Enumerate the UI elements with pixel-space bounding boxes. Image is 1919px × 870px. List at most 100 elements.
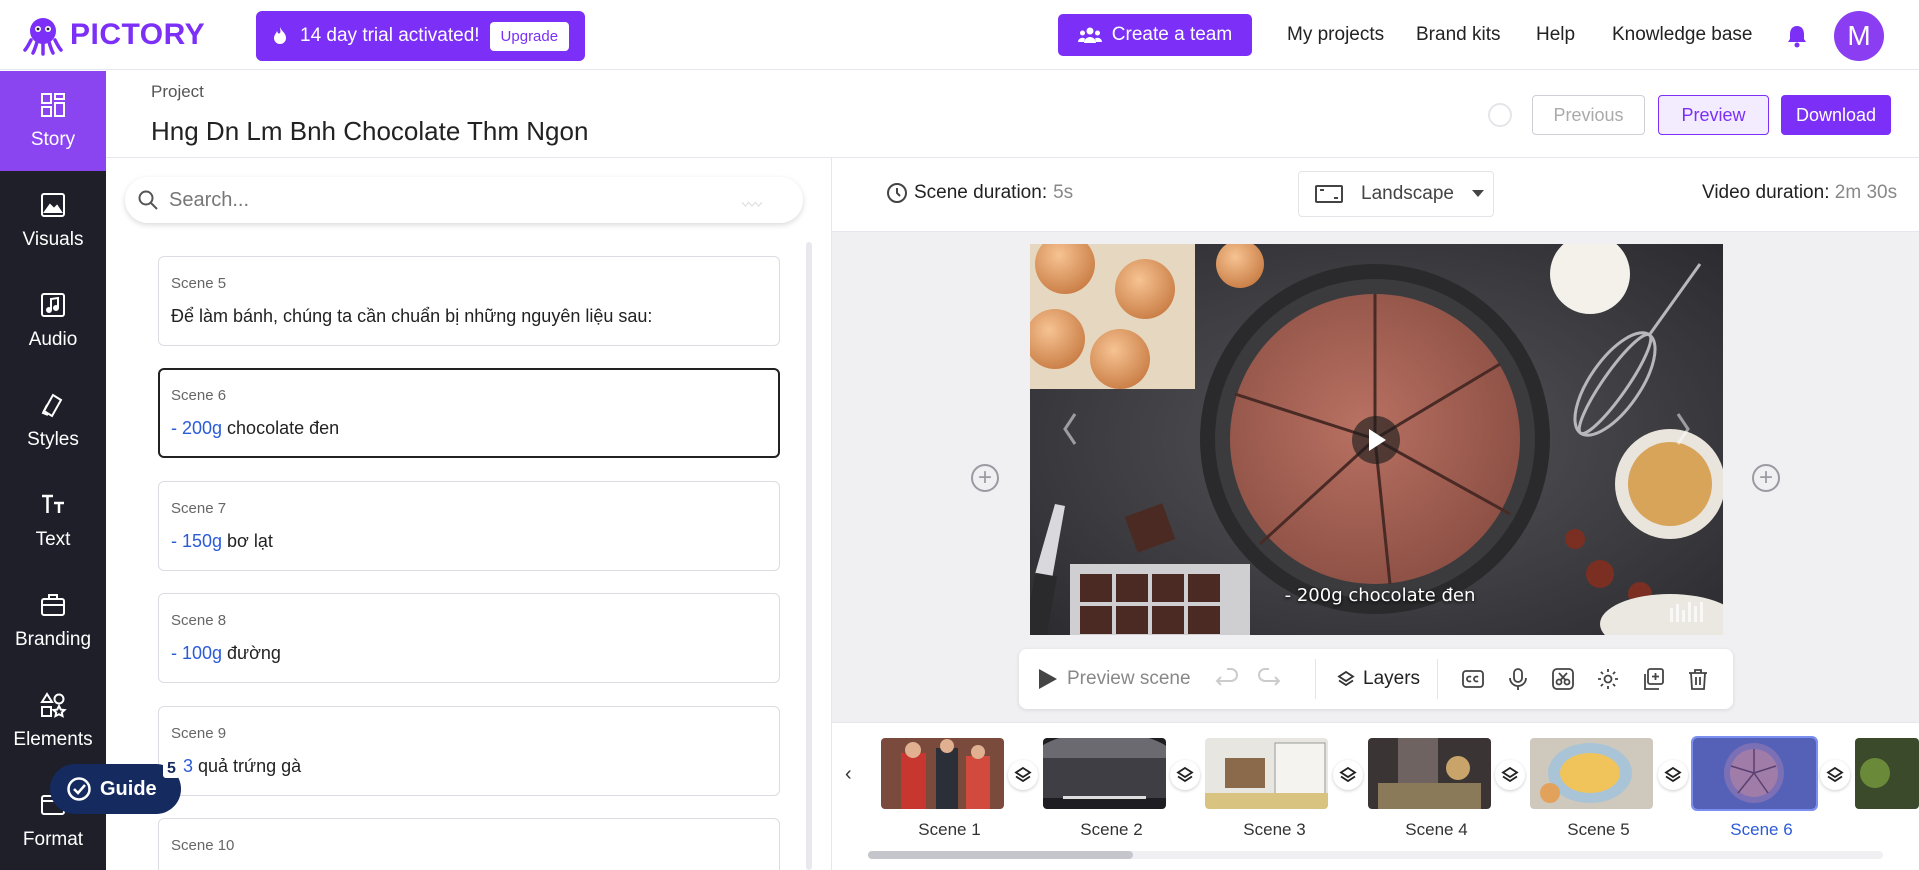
add-scene-after-icon[interactable]: + [1752, 464, 1780, 492]
story-icon [41, 93, 65, 117]
add-scene-before-icon[interactable]: + [971, 464, 999, 492]
scene-5-layers-button[interactable] [1658, 760, 1688, 790]
sidebar: Story Visuals Audio Styles Text Branding… [0, 71, 106, 870]
elements-icon [40, 692, 67, 718]
scene-text[interactable]: Để làm bánh, chúng ta cần chuẩn bị những… [171, 306, 767, 327]
scene-1-layers-button[interactable] [1008, 760, 1038, 790]
collapse-wave-icon[interactable] [741, 193, 763, 215]
brand-name: PICTORY [70, 18, 206, 51]
create-team-button[interactable]: Create a team [1058, 14, 1252, 56]
octopus-logo-icon [23, 18, 63, 56]
scene-label: Scene 10 [171, 837, 235, 854]
user-avatar[interactable]: M [1834, 11, 1884, 61]
preview-button[interactable]: Preview [1658, 95, 1769, 135]
trash-icon[interactable] [1686, 667, 1710, 691]
layers-icon [1501, 766, 1519, 783]
layers-icon [1014, 766, 1032, 783]
upgrade-button[interactable]: Upgrade [489, 21, 570, 51]
duplicate-scene-icon[interactable] [1641, 667, 1665, 691]
scene-text-body: bơ lạt [222, 531, 273, 551]
timeline-thumb-scene-2[interactable] [1043, 738, 1166, 809]
sidebar-item-audio[interactable]: Audio [0, 271, 106, 371]
scene-card-8[interactable]: Scene 8 - 100g đường [158, 593, 780, 683]
sidebar-item-visuals[interactable]: Visuals [0, 171, 106, 271]
scene-card-6[interactable]: Scene 6 - 200g chocolate đen [158, 368, 780, 458]
scissors-icon[interactable] [1551, 667, 1575, 691]
nav-knowledge-base[interactable]: Knowledge base [1612, 24, 1753, 46]
nav-help[interactable]: Help [1536, 24, 1575, 46]
redo-icon[interactable] [1257, 667, 1281, 691]
scene-4-layers-button[interactable] [1495, 760, 1525, 790]
scene-card-5[interactable]: Scene 5 Để làm bánh, chúng ta cần chuẩn … [158, 256, 780, 346]
chevron-down-icon [1471, 190, 1484, 197]
orientation-dropdown[interactable]: Landscape [1298, 171, 1494, 217]
download-button[interactable]: Download [1781, 95, 1891, 135]
scene-card-10[interactable]: Scene 10 [158, 818, 780, 870]
scene-card-9[interactable]: Scene 9 3 quả trứng gà [158, 706, 780, 796]
sidebar-item-story[interactable]: Story [0, 71, 106, 171]
timeline-thumb-scene-5[interactable] [1530, 738, 1653, 809]
nav-my-projects[interactable]: My projects [1287, 24, 1384, 46]
scene-text[interactable]: 3 quả trứng gà [171, 756, 767, 777]
layers-button[interactable]: Layers [1337, 667, 1420, 691]
search-icon [138, 190, 158, 210]
sidebar-item-label: Elements [13, 729, 93, 750]
video-duration-value: 2m 30s [1834, 182, 1898, 203]
trial-banner: 14 day trial activated! Upgrade [256, 11, 585, 61]
timeline-thumb-scene-4[interactable] [1368, 738, 1491, 809]
preview-scene-label: Preview scene [1067, 668, 1191, 689]
scene-label: Scene 8 [171, 612, 227, 629]
scene-duration-value[interactable]: 5s [1053, 182, 1073, 204]
scene-text[interactable]: - 200g chocolate đen [171, 418, 767, 439]
styles-icon [41, 393, 63, 418]
pictory-logo[interactable]: PICTORY [22, 14, 205, 56]
check-circle-icon [67, 777, 91, 801]
undo-icon[interactable] [1215, 667, 1239, 691]
fire-icon [274, 27, 286, 44]
sidebar-item-elements[interactable]: Elements [0, 671, 106, 771]
guide-button[interactable]: Guide [50, 764, 181, 814]
scene-text-body: Để làm bánh, chúng ta cần chuẩn bị những… [171, 306, 653, 326]
previous-button[interactable]: Previous [1532, 95, 1645, 135]
scene-list-scrollbar[interactable] [806, 242, 812, 870]
scene-text-body: chocolate đen [222, 418, 340, 438]
scene-1-thumbnail [881, 738, 1004, 809]
sidebar-item-text[interactable]: Text [0, 471, 106, 571]
notification-bell-icon[interactable] [1786, 24, 1808, 48]
loading-spinner-icon [1488, 103, 1512, 127]
timeline-prev-arrow-icon[interactable]: ‹ [845, 763, 852, 786]
scene-text[interactable]: - 150g bơ lạt [171, 531, 767, 552]
scene-quantity: 150g [182, 531, 223, 551]
scene-quantity: 100g [182, 643, 223, 663]
sidebar-item-label: Story [30, 129, 76, 150]
closed-captions-icon[interactable] [1461, 667, 1485, 691]
scene-text[interactable]: - 100g đường [171, 643, 767, 664]
layers-icon [1339, 766, 1357, 783]
timeline-thumb-scene-3[interactable] [1205, 738, 1328, 809]
project-title[interactable]: Hng Dn Lm Bnh Chocolate Thm Ngon [151, 116, 588, 147]
sidebar-item-label: Visuals [22, 229, 84, 250]
timeline-thumb-scene-6[interactable] [1691, 736, 1818, 811]
timeline-scroll-thumb[interactable] [868, 851, 1133, 859]
timeline-thumb-scene-1[interactable] [881, 738, 1004, 809]
scene-3-thumbnail [1205, 738, 1328, 809]
nav-brand-kits[interactable]: Brand kits [1416, 24, 1500, 46]
settings-gear-icon[interactable] [1596, 667, 1620, 691]
scene-6-thumbnail [1693, 738, 1816, 809]
scene-3-layers-button[interactable] [1333, 760, 1363, 790]
timeline-thumb-scene-7[interactable] [1855, 738, 1919, 809]
sidebar-item-styles[interactable]: Styles [0, 371, 106, 471]
microphone-icon[interactable] [1506, 667, 1530, 691]
scene-card-7[interactable]: Scene 7 - 150g bơ lạt [158, 481, 780, 571]
sidebar-item-branding[interactable]: Branding [0, 571, 106, 671]
scene-2-layers-button[interactable] [1170, 760, 1200, 790]
layers-label: Layers [1363, 668, 1421, 689]
sidebar-item-label: Branding [14, 629, 92, 650]
scene-text-prefix: - [171, 531, 182, 551]
scene-6-layers-button[interactable] [1820, 760, 1850, 790]
timeline-label: Scene 5 [1567, 820, 1630, 839]
scene-label: Scene 7 [171, 500, 227, 517]
scene-preview-canvas[interactable]: - 200g chocolate đen [1030, 244, 1723, 635]
preview-scene-button[interactable]: Preview scene [1037, 667, 1191, 691]
search-input[interactable] [169, 188, 729, 212]
